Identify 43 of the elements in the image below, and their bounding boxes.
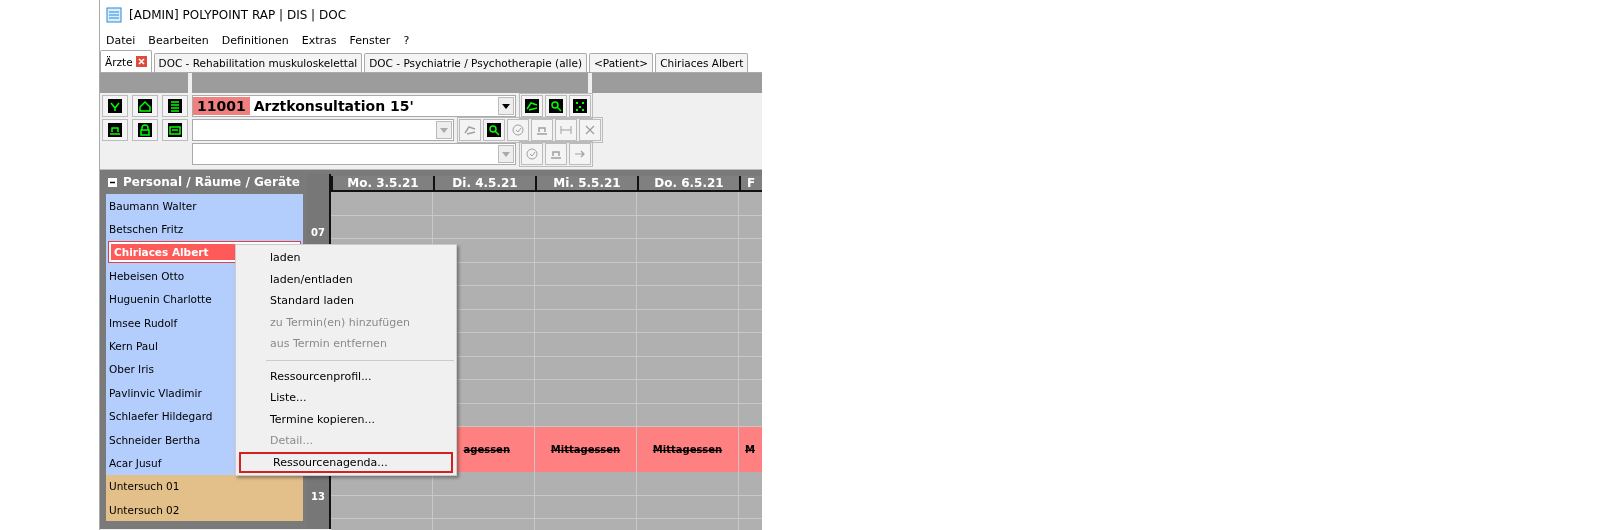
lunch-slot: Mittagessen [535,427,636,472]
tab[interactable]: <Patient> [589,53,654,72]
hour-label: 07 [311,227,325,239]
clock-icon[interactable] [108,99,122,113]
menu-item[interactable]: Bearbeiten [148,33,209,47]
resource-item[interactable]: Betschen Fritz [106,217,303,241]
window-title: [ADMIN] POLYPOINT RAP | DIS | DOC [129,8,347,22]
hour-label: 13 [311,490,325,502]
lunch-slot: M [739,427,762,472]
day-header: Mi. 5.5.21 [535,176,637,190]
list-icon[interactable] [168,99,182,113]
dropdown-arrow-icon[interactable] [502,103,510,109]
resource-item[interactable]: Untersuch 02 [106,498,303,522]
day-header: Di. 4.5.21 [433,176,535,190]
menu-item[interactable]: Extras [301,33,337,47]
menu-item[interactable]: Ressourcenagenda... [239,451,453,473]
day-header: F [739,176,762,190]
dots-icon[interactable] [573,99,587,113]
tab[interactable]: Ärzte [100,50,152,72]
lunch-slot: Mittagessen [637,427,738,472]
stamp-icon[interactable] [108,123,122,137]
tab[interactable]: DOC - Rehabilitation muskuloskelettal [153,53,363,72]
resource-item[interactable]: Untersuch 01 [106,474,303,499]
collapse-icon[interactable] [108,177,117,187]
menu-item[interactable]: Fenster [349,33,391,47]
resource-item[interactable]: Baumann Walter [106,194,303,218]
search-icon[interactable] [487,123,501,137]
combo-field[interactable]: 11001 Arztkonsultation 15' [192,95,516,117]
lock-icon[interactable] [138,123,152,137]
close-icon[interactable] [135,56,147,67]
day-header: Do. 6.5.21 [637,176,739,190]
sidebar-title: Personal / Räume / Geräte [123,175,300,189]
menu-item[interactable]: ? [403,33,410,47]
house-icon[interactable] [138,99,152,113]
menu-item[interactable]: Definitionen [221,33,289,47]
search-icon[interactable] [549,99,563,113]
card-icon[interactable] [168,123,182,137]
tab[interactable]: DOC - Psychiatrie / Psychotherapie (alle) [364,53,587,72]
tab[interactable]: Chiriaces Albert [655,53,749,72]
hand-icon[interactable] [525,99,539,113]
menu-item[interactable]: Datei [106,33,136,47]
day-header: Mo. 3.5.21 [331,176,433,190]
window-list-icon [106,7,122,23]
